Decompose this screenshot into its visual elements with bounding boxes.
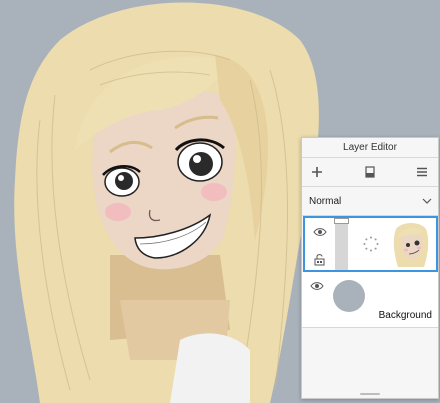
layer-opacity-slider[interactable] xyxy=(335,218,348,270)
layer-name-label: Background xyxy=(378,310,432,321)
layer-stack-icon[interactable] xyxy=(362,164,378,180)
plus-icon[interactable] xyxy=(309,164,325,180)
eye-icon[interactable] xyxy=(313,227,327,237)
unlock-icon[interactable] xyxy=(314,253,325,266)
blend-mode-value: Normal xyxy=(309,195,342,207)
panel-resize-area[interactable] xyxy=(302,388,438,398)
layer-item-background[interactable]: Background xyxy=(302,272,438,328)
chevron-down-icon xyxy=(422,198,432,204)
layer-thumbnail xyxy=(393,223,429,267)
layer-item-selected[interactable] xyxy=(303,216,438,272)
background-color-swatch[interactable] xyxy=(333,280,365,312)
layer-toolbar xyxy=(302,158,438,187)
panel-title: Layer Editor xyxy=(302,138,438,158)
blend-mode-dropdown[interactable]: Normal xyxy=(302,187,438,216)
hamburger-menu-icon[interactable] xyxy=(414,164,430,180)
resize-grip-icon[interactable] xyxy=(360,393,380,395)
opacity-slider-handle[interactable] xyxy=(334,218,349,224)
eye-icon[interactable] xyxy=(310,281,324,291)
loading-spinner-icon xyxy=(363,236,379,252)
layer-editor-panel: Layer Editor Normal Background xyxy=(301,137,439,399)
